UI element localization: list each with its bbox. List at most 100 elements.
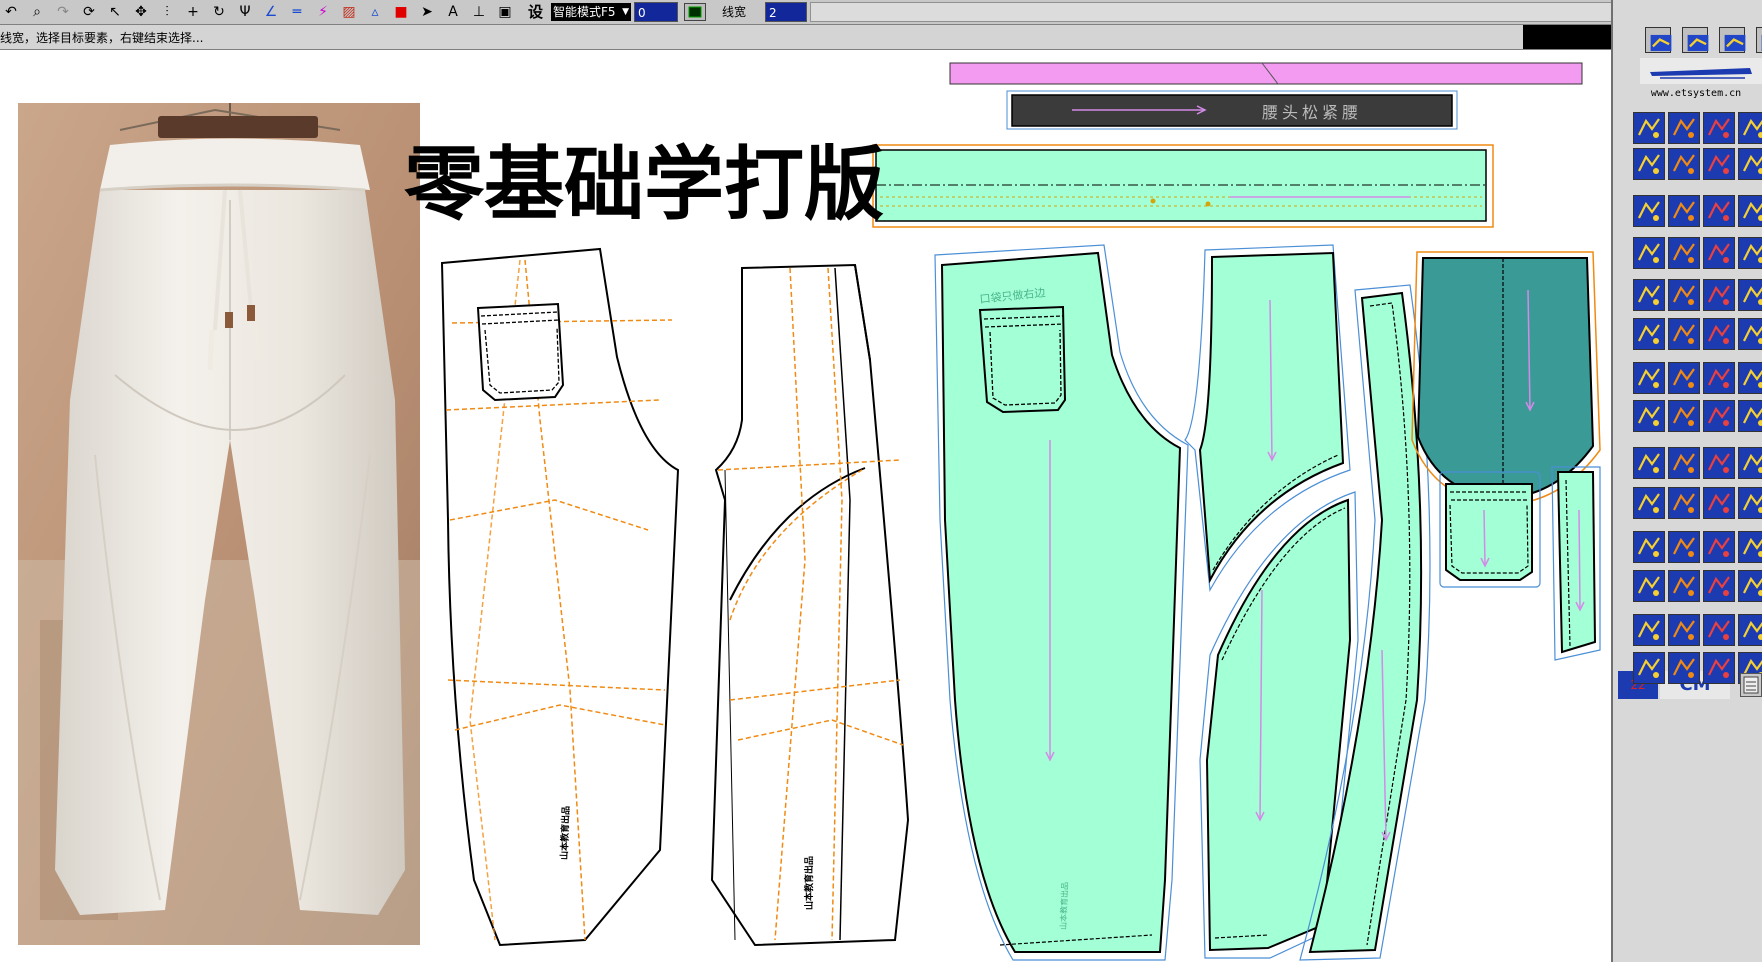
bottle-icon[interactable] [1668,318,1700,350]
corner-icon[interactable] [1633,487,1665,519]
sew-icon[interactable] [1633,279,1665,311]
spin-icon[interactable]: ↻ [210,3,228,21]
wave-tool-icon[interactable] [1738,112,1762,144]
iron-icon[interactable] [1703,570,1735,602]
cut-icon[interactable] [1633,195,1665,227]
pattern-drawing: 腰头松紧腰 零基础学打版 山本教育出品 山本教育出品 口袋只做右边 山本教育出品 [18,62,1601,961]
panel-icon[interactable] [1645,27,1672,53]
cross-icon[interactable] [1738,531,1762,563]
grid-icon[interactable] [1668,652,1700,684]
headline-text: 零基础学打版 [404,138,884,231]
linewidth-input[interactable]: 2 [765,2,807,22]
curve-icon[interactable] [1633,148,1665,180]
calculator-icon[interactable] [1740,673,1762,697]
board-icon[interactable] [1633,447,1665,479]
bag-icon[interactable] [1738,570,1762,602]
back-panel-pattern[interactable]: 山本教育出品 [710,263,910,947]
status-prompt: 线宽，选择目标要素，右键结束选择... [0,31,204,45]
spiral-icon[interactable] [1703,279,1735,311]
stamp-icon[interactable] [1703,318,1735,350]
pin-tool-icon[interactable] [1668,400,1700,432]
pleat-icon[interactable] [1703,362,1735,394]
cup-icon[interactable] [1668,531,1700,563]
feather-icon[interactable] [1703,400,1735,432]
dart-icon[interactable] [1668,362,1700,394]
sleeve-icon[interactable] [1738,318,1762,350]
flag-icon[interactable] [1633,400,1665,432]
parallel-icon[interactable]: ═ [288,3,306,21]
align-icon[interactable]: ⫶ [158,3,176,21]
color-picker-button[interactable] [684,3,706,21]
clip-icon[interactable] [1633,112,1665,144]
rotate-icon[interactable]: ⟳ [80,3,98,21]
wave-icon[interactable] [1756,27,1762,53]
gear-icon[interactable] [1738,279,1762,311]
ruler-icon[interactable] [1668,487,1700,519]
scissors-icon[interactable] [1703,112,1735,144]
rule-icon[interactable] [1633,652,1665,684]
right-tool-panel [1611,0,1762,962]
et-icon[interactable] [1703,447,1735,479]
bucket-icon[interactable] [1633,318,1665,350]
joint-icon[interactable] [1703,195,1735,227]
graph-icon[interactable] [1703,614,1735,646]
lift-icon[interactable] [1668,195,1700,227]
trident-icon[interactable]: Ψ [236,3,254,21]
plus-icon[interactable]: + [184,3,202,21]
select-icon[interactable]: ↖ [106,3,124,21]
copy-icon[interactable] [1703,487,1735,519]
mirror-icon[interactable] [1703,531,1735,563]
triangle-icon[interactable] [1703,148,1735,180]
tag-icon[interactable] [1633,570,1665,602]
export-icon[interactable] [1738,447,1762,479]
stripe-icon[interactable] [1633,362,1665,394]
angle-icon[interactable] [1703,652,1735,684]
top-toolbar: 智能模式F5 ▼ 0 线宽 2 ↶ ⌕ ↷ ⟳ ↖ ✥ ⫶ + ↻ Ψ ∠ ═ ⚡ ▨ ▵ ■ ➤ A ⊥ ▣ 设 [0,0,1762,25]
small-pocket-piece[interactable] [1439,471,1541,588]
waistband-strip[interactable] [949,62,1583,85]
waistband-label: 腰头松紧腰 [1262,103,1362,122]
text-icon[interactable]: A [444,3,462,21]
website-label: www.etsystem.cn [1650,88,1742,99]
matrix-icon[interactable] [1738,487,1762,519]
tri-icon[interactable] [1668,614,1700,646]
chart-icon[interactable] [1682,27,1709,53]
hatch-icon[interactable]: ▨ [340,3,358,21]
ring-icon[interactable] [1633,614,1665,646]
arrow-icon[interactable]: ➤ [418,3,436,21]
status-bar: 线宽，选择目标要素，右键结束选择... [0,25,1630,50]
measure-icon[interactable]: ▵ [366,3,384,21]
narrow-strip-piece[interactable] [1551,466,1601,661]
value-input[interactable]: 0 [634,2,678,22]
slot-icon[interactable] [1738,237,1762,269]
hand-icon[interactable] [1668,279,1700,311]
point-icon[interactable] [1738,362,1762,394]
tile-icon[interactable] [1668,570,1700,602]
front-panel-pattern[interactable]: 山本教育出品 [440,247,680,947]
color-icon[interactable]: ⚡ [314,3,332,21]
move-icon[interactable]: ✥ [132,3,150,21]
line-icon[interactable]: ∠ [262,3,280,21]
split-icon[interactable] [1668,148,1700,180]
drill-icon[interactable] [1633,237,1665,269]
image-icon[interactable]: ▣ [496,3,514,21]
undo-icon[interactable]: ↶ [2,3,20,21]
front-piece-green[interactable]: 口袋只做右边 山本教育出品 [934,244,1189,961]
grade-icon[interactable] [1738,400,1762,432]
fan-icon[interactable] [1738,614,1762,646]
rgb-icon[interactable]: ■ [392,3,410,21]
pair-icon[interactable] [1668,112,1700,144]
search-tool-icon[interactable] [1719,27,1746,53]
pin-icon[interactable]: ⊥ [470,3,488,21]
settings-button[interactable]: 设 [528,3,546,21]
redo-icon[interactable]: ↷ [54,3,72,21]
drawing-canvas[interactable]: 腰头松紧腰 零基础学打版 山本教育出品 山本教育出品 口袋只做右边 山本教育出品 [0,50,1630,962]
mode-select[interactable]: 智能模式F5 ▼ [551,3,631,21]
tee-icon[interactable] [1633,531,1665,563]
zoom-icon[interactable]: ⌕ [28,3,46,21]
pattern-icon[interactable] [1738,148,1762,180]
fold-icon[interactable] [1738,195,1762,227]
knife-icon[interactable] [1668,237,1700,269]
save-icon[interactable] [1668,447,1700,479]
seam-icon[interactable] [1703,237,1735,269]
